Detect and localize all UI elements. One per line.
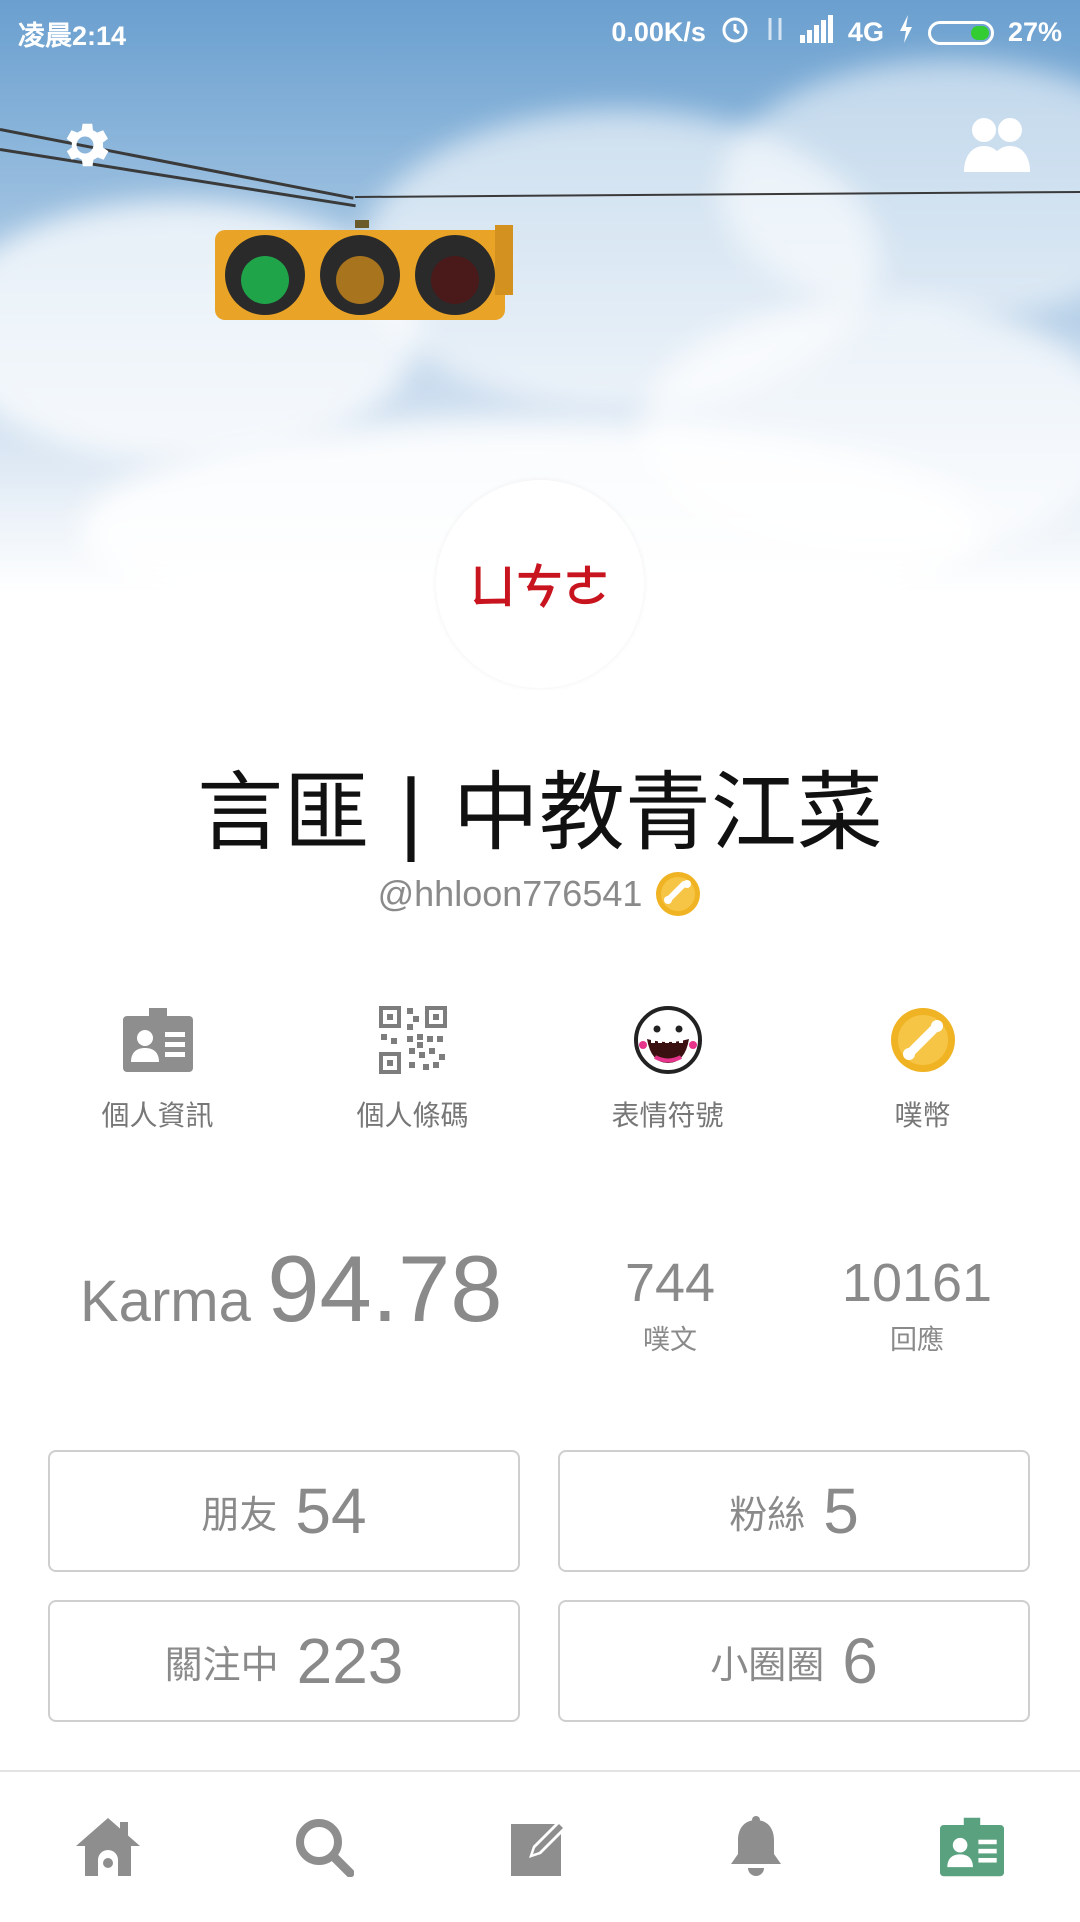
avatar[interactable]: ㄩㄘㄜ <box>436 480 644 688</box>
following-box[interactable]: 關注中 223 <box>48 1600 520 1722</box>
friends-label: 朋友 <box>201 1492 278 1537</box>
gear-icon <box>66 123 109 167</box>
people-icon <box>964 118 1030 172</box>
emoticon-icon <box>633 1006 702 1074</box>
tab-profile[interactable] <box>912 1787 1032 1907</box>
tab-home[interactable] <box>48 1787 168 1907</box>
plurk-coin-icon <box>890 1008 955 1072</box>
shortcut-plurk-coins[interactable]: 噗幣 <box>795 1000 1050 1134</box>
status-time: 凌晨2:14 <box>18 21 127 51</box>
cover-photo: 凌晨2:14 0.00K/s 4G 27% ㄩㄘㄜ <box>0 0 1080 690</box>
posts-stat[interactable]: 744 噗文 <box>570 1252 770 1357</box>
shortcut-label: 個人資訊 <box>101 1099 214 1132</box>
user-handle: @hhloon776541 <box>377 873 643 914</box>
shortcut-label: 噗幣 <box>894 1099 951 1132</box>
home-icon <box>76 1818 140 1876</box>
shortcut-label: 個人條碼 <box>356 1099 469 1132</box>
profile-card-icon <box>940 1817 1004 1877</box>
cliques-box[interactable]: 小圈圈 6 <box>558 1600 1030 1722</box>
battery-percent: 27% <box>1007 17 1062 47</box>
posts-count: 744 <box>624 1253 716 1313</box>
friends-count: 54 <box>295 1475 367 1547</box>
battery-icon <box>927 20 994 45</box>
shortcut-label: 表情符號 <box>611 1099 724 1132</box>
fans-count: 5 <box>823 1475 859 1547</box>
avatar-logo-text: ㄩㄘㄜ <box>469 561 611 613</box>
cliques-count: 6 <box>842 1625 878 1697</box>
karma-value: 94.78 <box>267 1236 503 1341</box>
following-count: 223 <box>296 1625 404 1697</box>
alarm-icon <box>720 14 750 51</box>
signal-icon <box>799 15 834 50</box>
tab-compose[interactable] <box>480 1787 600 1907</box>
tab-notifications[interactable] <box>696 1787 816 1907</box>
fans-label: 粉絲 <box>729 1492 806 1537</box>
posts-label: 噗文 <box>643 1325 697 1356</box>
status-net-speed: 0.00K/s <box>611 17 706 47</box>
network-type: 4G <box>847 17 884 47</box>
shortcut-profile-info[interactable]: 個人資訊 <box>30 1000 285 1134</box>
search-icon <box>296 1819 354 1877</box>
data-transfer-icon <box>764 14 786 51</box>
replies-label: 回應 <box>890 1325 944 1356</box>
compose-icon <box>511 1820 567 1876</box>
friends-button[interactable] <box>962 110 1032 180</box>
display-name: 言匪 | 中教青江菜 <box>197 763 883 863</box>
shortcut-qr-code[interactable]: 個人條碼 <box>285 1000 540 1134</box>
following-label: 關注中 <box>164 1642 279 1687</box>
user-handle-row: @hhloon776541 <box>0 870 1080 918</box>
plurk-coin-icon <box>656 872 701 916</box>
qr-code-icon <box>378 1006 447 1074</box>
cliques-label: 小圈圈 <box>710 1642 825 1687</box>
replies-count: 10161 <box>841 1253 993 1313</box>
charging-icon <box>898 15 914 50</box>
karma-stat: Karma 94.78 <box>80 1235 503 1343</box>
friends-box[interactable]: 朋友 54 <box>48 1450 520 1572</box>
notification-bell-icon <box>731 1816 781 1876</box>
status-bar: 凌晨2:14 0.00K/s 4G 27% <box>0 0 1080 60</box>
replies-stat[interactable]: 10161 回應 <box>817 1252 1017 1357</box>
settings-button[interactable] <box>50 110 120 180</box>
shortcut-emoticons[interactable]: 表情符號 <box>540 1000 795 1134</box>
bottom-tab-bar <box>0 1770 1080 1922</box>
karma-label: Karma <box>80 1269 251 1334</box>
traffic-light-image <box>215 220 513 320</box>
fans-box[interactable]: 粉絲 5 <box>558 1450 1030 1572</box>
tab-search[interactable] <box>264 1787 384 1907</box>
shortcut-row: 個人資訊 個人條碼 表情符號 噗幣 <box>0 1000 1080 1134</box>
profile-card-icon <box>122 1008 193 1072</box>
